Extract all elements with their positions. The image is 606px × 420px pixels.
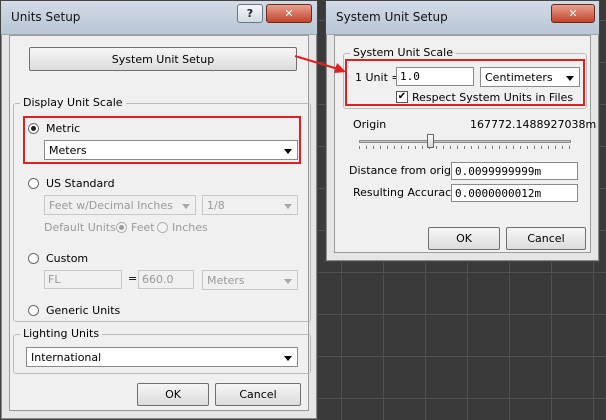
metric-label[interactable]: Metric [46, 122, 80, 135]
close-button[interactable]: ✕ [551, 4, 595, 23]
equals-label: = [128, 272, 138, 285]
origin-label: Origin [353, 118, 387, 131]
default-units-label: Default Units: [44, 221, 120, 234]
close-icon: ✕ [568, 7, 578, 20]
unit-type-dropdown[interactable]: Centimeters [480, 67, 580, 87]
display-unit-scale-group: Display Unit Scale Metric Meters US Stan… [13, 96, 311, 322]
us-standard-radio[interactable] [28, 178, 39, 189]
distance-label: Distance from origin: [349, 164, 465, 177]
inches-label: Inches [172, 221, 208, 234]
help-button[interactable]: ? [237, 4, 263, 23]
lighting-units-value: International [31, 351, 102, 364]
us-fraction-value: 1/8 [207, 199, 225, 212]
respect-system-units-checkbox[interactable]: ✔ [396, 91, 408, 103]
close-icon: ✕ [284, 7, 294, 20]
lighting-units-legend: Lighting Units [20, 327, 103, 340]
us-unit-dropdown[interactable]: Feet w/Decimal Inches [44, 195, 196, 215]
inches-radio[interactable] [157, 222, 168, 233]
slider-track [359, 140, 571, 143]
system-unit-setup-button[interactable]: System Unit Setup [29, 47, 297, 71]
generic-units-radio[interactable] [28, 305, 39, 316]
checkmark-icon: ✔ [397, 91, 407, 102]
help-icon: ? [246, 7, 254, 20]
feet-label: Feet [131, 221, 155, 234]
ok-button[interactable]: OK [428, 227, 500, 250]
system-unit-setup-dialog: System Unit Setup ✕ System Unit Scale 1 … [325, 0, 600, 262]
custom-value-field[interactable]: 660.0 [138, 270, 194, 289]
origin-slider[interactable] [359, 134, 571, 150]
system-unit-setup-titlebar[interactable]: System Unit Setup ✕ [326, 1, 599, 35]
units-setup-client: System Unit Setup Display Unit Scale Met… [9, 35, 311, 411]
system-unit-scale-legend: System Unit Scale [350, 46, 456, 59]
custom-value: 660.0 [142, 273, 174, 286]
chevron-down-icon [284, 149, 292, 154]
distance-value: 0.0099999999m [455, 165, 542, 178]
feet-radio[interactable] [116, 222, 127, 233]
custom-unit-dropdown[interactable]: Meters [202, 270, 298, 290]
origin-value: 167772.1488927038m [470, 118, 597, 131]
generic-units-label[interactable]: Generic Units [46, 304, 120, 317]
system-unit-setup-client: System Unit Scale 1 Unit = 1.0 Centimete… [334, 35, 596, 253]
units-setup-dialog: Units Setup ? ✕ System Unit Setup Displa… [0, 0, 318, 420]
chevron-down-icon [284, 279, 292, 284]
accuracy-label: Resulting Accuracy: [353, 186, 461, 199]
unit-type-value: Centimeters [485, 71, 553, 84]
chevron-down-icon [182, 204, 190, 209]
custom-radio[interactable] [28, 253, 39, 264]
units-setup-title: Units Setup [11, 10, 81, 24]
cancel-button[interactable]: Cancel [215, 383, 301, 406]
us-standard-label[interactable]: US Standard [46, 177, 115, 190]
us-fraction-dropdown[interactable]: 1/8 [202, 195, 298, 215]
display-unit-scale-legend: Display Unit Scale [20, 96, 126, 109]
chevron-down-icon [284, 356, 292, 361]
system-unit-setup-title: System Unit Setup [336, 10, 448, 24]
slider-thumb[interactable] [427, 134, 434, 148]
chevron-down-icon [566, 76, 574, 81]
unit-value: 1.0 [400, 70, 420, 83]
lighting-units-group: Lighting Units International [13, 327, 311, 374]
distance-field[interactable]: 0.0099999999m [451, 162, 578, 180]
custom-label[interactable]: Custom [46, 252, 88, 265]
system-unit-scale-group: System Unit Scale 1 Unit = 1.0 Centimete… [343, 46, 587, 109]
cancel-button[interactable]: Cancel [506, 227, 586, 250]
metric-radio[interactable] [28, 123, 39, 134]
accuracy-field[interactable]: 0.0000000012m [451, 184, 578, 202]
metric-unit-dropdown[interactable]: Meters [44, 140, 298, 160]
close-button[interactable]: ✕ [266, 4, 312, 23]
slider-ticks [359, 146, 571, 149]
respect-system-units-label[interactable]: Respect System Units in Files [412, 91, 573, 104]
ok-button[interactable]: OK [137, 383, 209, 406]
custom-name-value: FL [48, 273, 61, 286]
accuracy-value: 0.0000000012m [455, 187, 542, 200]
unit-value-field[interactable]: 1.0 [396, 67, 474, 86]
metric-unit-value: Meters [49, 144, 87, 157]
chevron-down-icon [284, 204, 292, 209]
unit-equals-label: 1 Unit = [355, 71, 401, 84]
us-unit-value: Feet w/Decimal Inches [49, 199, 173, 212]
custom-unit-value: Meters [207, 274, 245, 287]
custom-name-field[interactable]: FL [44, 270, 122, 289]
lighting-units-dropdown[interactable]: International [26, 347, 298, 367]
units-setup-titlebar[interactable]: Units Setup ? ✕ [1, 1, 317, 35]
